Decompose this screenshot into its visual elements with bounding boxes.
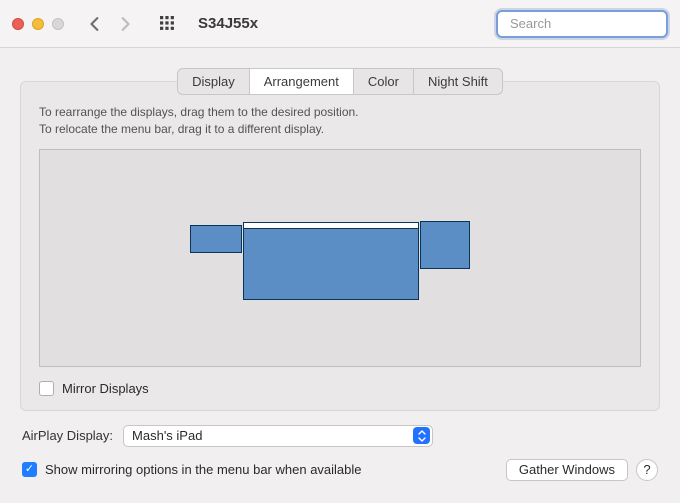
airplay-selected-value: Mash's iPad xyxy=(132,428,202,443)
tab-night-shift[interactable]: Night Shift xyxy=(414,69,502,94)
tab-color[interactable]: Color xyxy=(354,69,414,94)
tab-display[interactable]: Display xyxy=(178,69,250,94)
bottom-row: ✓ Show mirroring options in the menu bar… xyxy=(22,459,658,481)
gather-windows-label: Gather Windows xyxy=(519,462,615,477)
select-stepper[interactable] xyxy=(413,427,430,444)
forward-button xyxy=(112,12,138,36)
display-rect-left[interactable] xyxy=(190,225,242,253)
updown-chevron-icon xyxy=(417,430,427,442)
airplay-select[interactable]: Mash's iPad xyxy=(123,425,433,447)
arrangement-panel: To rearrange the displays, drag them to … xyxy=(20,81,660,411)
arrangement-canvas[interactable] xyxy=(39,149,641,367)
tab-arrangement[interactable]: Arrangement xyxy=(250,69,354,94)
window-title: S34J55x xyxy=(198,15,258,32)
show-mirroring-label: Show mirroring options in the menu bar w… xyxy=(45,462,362,477)
chevron-left-icon xyxy=(88,17,102,31)
airplay-row: AirPlay Display: Mash's iPad xyxy=(22,425,658,447)
show-all-button[interactable] xyxy=(154,12,180,36)
airplay-label: AirPlay Display: xyxy=(22,428,113,443)
gather-windows-button[interactable]: Gather Windows xyxy=(506,459,628,481)
window-controls xyxy=(12,18,64,30)
instruction-line: To rearrange the displays, drag them to … xyxy=(39,104,641,121)
back-button[interactable] xyxy=(82,12,108,36)
search-input[interactable] xyxy=(508,15,680,32)
instructions: To rearrange the displays, drag them to … xyxy=(39,104,641,139)
close-button[interactable] xyxy=(12,18,24,30)
help-label: ? xyxy=(643,462,650,477)
display-rect-right[interactable] xyxy=(420,221,470,269)
chevron-right-icon xyxy=(118,17,132,31)
grid-icon xyxy=(160,16,175,31)
nav-arrows xyxy=(82,12,138,36)
mirror-displays-label: Mirror Displays xyxy=(62,381,149,396)
help-button[interactable]: ? xyxy=(636,459,658,481)
content-area: Display Arrangement Color Night Shift To… xyxy=(0,48,680,503)
titlebar: S34J55x xyxy=(0,0,680,48)
instruction-line: To relocate the menu bar, drag it to a d… xyxy=(39,121,641,138)
mirror-displays-row: Mirror Displays xyxy=(39,381,641,396)
maximize-button xyxy=(52,18,64,30)
search-field[interactable] xyxy=(496,10,668,38)
display-rect-main[interactable] xyxy=(243,222,419,300)
footer-area: AirPlay Display: Mash's iPad ✓ Show mirr… xyxy=(20,411,660,481)
show-mirroring-checkbox[interactable]: ✓ xyxy=(22,462,37,477)
minimize-button[interactable] xyxy=(32,18,44,30)
mirror-displays-checkbox[interactable] xyxy=(39,381,54,396)
tab-bar: Display Arrangement Color Night Shift xyxy=(177,68,503,95)
